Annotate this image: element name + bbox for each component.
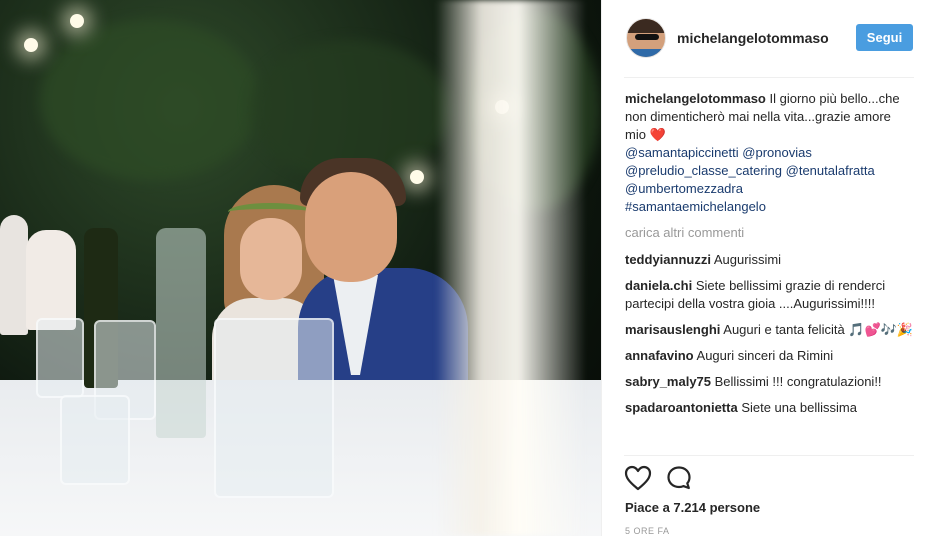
post-photo[interactable] xyxy=(0,0,601,536)
hashtag-link[interactable]: #samantaemichelangelo xyxy=(625,199,766,214)
comment-username[interactable]: sabry_maly75 xyxy=(625,374,711,389)
comment-username[interactable]: annafavino xyxy=(625,348,694,363)
post-header: michelangelotommaso Segui xyxy=(602,0,937,78)
avatar[interactable] xyxy=(626,18,666,58)
divider xyxy=(624,77,914,78)
string-light xyxy=(410,170,424,184)
string-light xyxy=(70,14,84,28)
tag-link[interactable]: @samantapiccinetti xyxy=(625,145,739,160)
comment-username[interactable]: spadaroantonietta xyxy=(625,400,738,415)
tag-link[interactable]: @tenutalafratta xyxy=(786,163,875,178)
comment-item: teddyiannuzzi Augurissimi xyxy=(625,251,915,269)
header-username[interactable]: michelangelotommaso xyxy=(677,30,829,46)
divider xyxy=(624,455,914,456)
comment-item: annafavino Auguri sinceri da Rimini xyxy=(625,347,915,365)
comment-icon[interactable] xyxy=(666,465,692,491)
follow-button[interactable]: Segui xyxy=(856,24,913,51)
groom-face xyxy=(305,172,397,282)
comment-text: Augurissimi xyxy=(713,252,782,267)
heart-icon[interactable] xyxy=(624,465,652,491)
comment-item: daniela.chi Siete bellissimi grazie di r… xyxy=(625,277,915,313)
post-side-panel: michelangelotommaso Segui michelangeloto… xyxy=(601,0,937,536)
comment-text: Auguri e tanta felicità 🎵💕🎶🎉 xyxy=(723,322,914,337)
water-bottle xyxy=(156,228,206,438)
string-light xyxy=(24,38,38,52)
comment-text: Auguri sinceri da Rimini xyxy=(696,348,834,363)
blurred-candle xyxy=(436,0,586,536)
comment-item: marisauslenghi Auguri e tanta felicità 🎵… xyxy=(625,321,915,339)
comment-text: Bellissimi !!! congratulazioni!! xyxy=(714,374,882,389)
tag-link[interactable]: @preludio_classe_catering xyxy=(625,163,782,178)
glass xyxy=(214,318,334,498)
caption: michelangelotommaso Il giorno più bello.… xyxy=(625,90,915,216)
tag-link[interactable]: @pronovias xyxy=(742,145,812,160)
glass xyxy=(60,395,130,485)
post-time: 5 ORE FA xyxy=(625,526,670,536)
comment-item: spadaroantonietta Siete una bellissima xyxy=(625,399,915,417)
flower-crown xyxy=(228,203,312,221)
comment-username[interactable]: daniela.chi xyxy=(625,278,692,293)
guest xyxy=(0,215,28,335)
comment-username[interactable]: marisauslenghi xyxy=(625,322,720,337)
foliage xyxy=(40,20,260,180)
glass xyxy=(36,318,84,398)
comment-item: sabry_maly75 Bellissimi !!! congratulazi… xyxy=(625,373,915,391)
likes-count[interactable]: Piace a 7.214 persone xyxy=(625,500,760,515)
tag-link[interactable]: @umbertomezzadra xyxy=(625,181,743,196)
caption-username[interactable]: michelangelotommaso xyxy=(625,91,766,106)
comment-text: Siete una bellissima xyxy=(741,400,857,415)
comments-list[interactable]: michelangelotommaso Il giorno più bello.… xyxy=(625,90,915,455)
guest xyxy=(26,230,76,330)
load-more-comments[interactable]: carica altri commenti xyxy=(625,224,915,242)
bride-face xyxy=(240,218,302,300)
comment-username[interactable]: teddyiannuzzi xyxy=(625,252,711,267)
